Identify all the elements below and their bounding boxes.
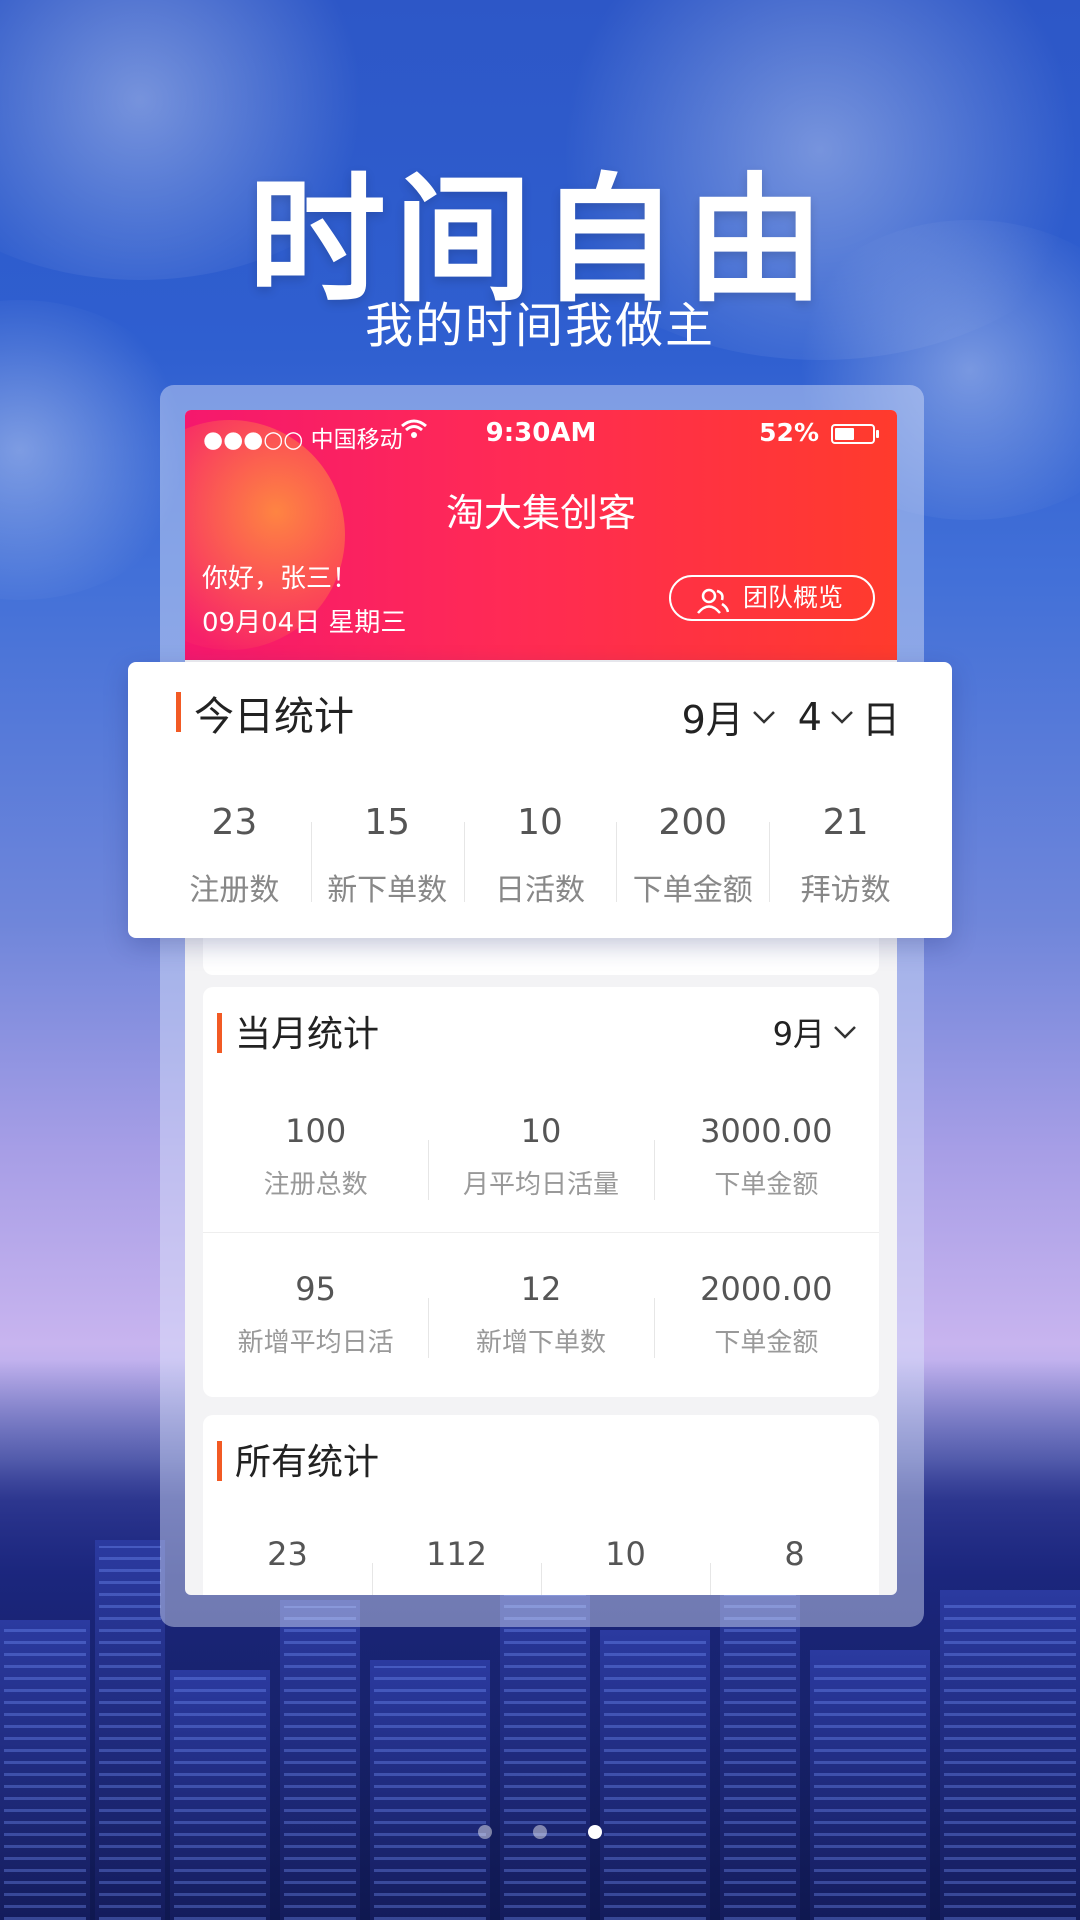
building (0, 1620, 90, 1920)
page-dot[interactable] (533, 1825, 547, 1839)
stat-label: 日活数 (494, 873, 585, 908)
hero-subtitle: 我的时间我做主 (364, 298, 715, 354)
stat-label: 新下单数 (327, 873, 448, 908)
stat-new-avg-dau: 95 新增平均日活 (203, 1270, 428, 1359)
month-stats-row: 95 新增平均日活 12 新增下单数 2000.00 下单金额 (203, 1270, 879, 1359)
stat-daily-active: 10 日活数 (463, 802, 617, 909)
all-stats-title: 所有统计 (217, 1433, 379, 1485)
chevron-down-icon (831, 710, 853, 724)
stat-order-amount: 200 下单金额 (616, 802, 769, 909)
team-overview-button[interactable]: 团队概览 (669, 575, 875, 621)
today-stats-title-text: 今日统计 (194, 694, 354, 740)
building (370, 1660, 490, 1920)
stat-label: 月平均日活量 (462, 1170, 619, 1200)
all-stat: 10 (541, 1535, 710, 1595)
stat-value: 8 (784, 1535, 805, 1573)
all-stat: 112 (372, 1535, 541, 1595)
stat-order-amount: 3000.00 下单金额 (653, 1112, 879, 1201)
phone-screen: ●●●○○ 中国移动 9:30AM 52% 淘大集创客 你好，张三！ 09月04… (185, 410, 897, 1595)
building (500, 1580, 590, 1920)
stat-new-orders: 15 新下单数 (310, 802, 464, 909)
stat-order-amount: 2000.00 下单金额 (653, 1270, 879, 1359)
month-stats-card: 当月统计 9月 100 注册总数 10 月平均日活量 3000.00 下单金额 95 新… (203, 987, 879, 1397)
month-select[interactable]: 9月 (773, 1009, 859, 1055)
building (940, 1590, 1080, 1920)
stat-registrations: 23 注册数 (158, 802, 311, 909)
stat-value: 15 (364, 802, 411, 843)
all-stat: 23 (203, 1535, 372, 1573)
today-stats-card: 今日统计 9月 4 日 23 注册数 15 新下单数 10 日活数 200 下单金额 2… (128, 662, 952, 938)
all-stat: 8 (710, 1535, 879, 1595)
current-date: 09月04日 星期三 (202, 608, 407, 638)
today-day-select[interactable]: 4 日 (798, 689, 900, 744)
team-icon (695, 585, 730, 614)
stat-label: 拜访数 (800, 873, 891, 908)
chevron-down-icon (752, 710, 775, 724)
stat-value: 112 (425, 1535, 488, 1573)
page-dot[interactable] (477, 1825, 492, 1839)
stat-value: 95 (295, 1270, 337, 1308)
building (170, 1670, 270, 1920)
stat-value: 21 (822, 802, 869, 843)
stat-label: 新增下单数 (475, 1328, 606, 1358)
stat-value: 23 (211, 802, 258, 843)
team-overview-label: 团队概览 (743, 583, 844, 612)
month-stats-row: 100 注册总数 10 月平均日活量 3000.00 下单金额 (203, 1112, 879, 1201)
month-select-label: 9月 (772, 1015, 825, 1053)
building (280, 1600, 360, 1920)
battery-fill (835, 428, 854, 440)
today-stats-title: 今日统计 (176, 684, 354, 742)
month-stats-title: 当月统计 (217, 1005, 379, 1057)
stat-label: 下单金额 (714, 1170, 819, 1200)
stat-value: 2000.00 (700, 1270, 833, 1308)
stat-value: 10 (517, 802, 563, 843)
stat-new-orders: 12 新增下单数 (428, 1270, 653, 1359)
page-dot-active[interactable] (588, 1825, 603, 1839)
stat-value: 23 (267, 1535, 308, 1573)
greeting-text: 你好，张三！ (202, 564, 359, 594)
all-stats-title-text: 所有统计 (235, 1442, 380, 1483)
stat-value: 3000.00 (700, 1112, 833, 1150)
stat-monthly-avg-dau: 10 月平均日活量 (428, 1112, 653, 1201)
app-title: 淘大集创客 (445, 491, 636, 535)
battery-percent: 52% (759, 418, 819, 447)
page-indicator (0, 1824, 1080, 1843)
building (95, 1540, 165, 1920)
month-stats-title-text: 当月统计 (235, 1014, 380, 1055)
date-select: 9月 4 日 (682, 689, 900, 744)
stat-value: 12 (520, 1270, 562, 1308)
stat-label: 注册总数 (263, 1170, 368, 1200)
today-month-select[interactable]: 9月 (682, 689, 778, 744)
stat-label: 新增平均日活 (237, 1328, 394, 1358)
stat-value: 100 (285, 1112, 347, 1150)
stat-registrations-total: 100 注册总数 (203, 1112, 428, 1201)
card-edge (203, 935, 879, 975)
building (600, 1630, 710, 1920)
stat-label: 注册数 (189, 873, 280, 908)
stat-value: 10 (605, 1535, 646, 1573)
stat-value: 200 (658, 802, 728, 843)
all-stats-card: 所有统计 23 112 10 8 (203, 1415, 879, 1595)
onboarding-page: 时间自由 我的时间我做主 ●●●○○ 中国移动 9:30AM 52% 淘大集创客 (0, 0, 1080, 1920)
all-stats-row: 23 112 10 8 (203, 1535, 879, 1595)
stat-label: 下单金额 (632, 873, 753, 908)
status-bar: ●●●○○ 中国移动 9:30AM 52% (185, 410, 897, 458)
today-stats-row: 23 注册数 15 新下单数 10 日活数 200 下单金额 21 拜访数 (158, 802, 922, 909)
stat-value: 10 (520, 1112, 562, 1150)
today-day-suffix: 日 (861, 698, 900, 742)
today-month-label: 9月 (681, 698, 744, 742)
battery-icon (831, 424, 879, 444)
stat-label: 下单金额 (714, 1328, 819, 1358)
today-day-label: 4 (797, 694, 822, 739)
building (810, 1650, 930, 1920)
chevron-down-icon (834, 1026, 856, 1039)
row-divider (203, 1232, 879, 1233)
stat-visits: 21 拜访数 (769, 802, 922, 909)
app-header: ●●●○○ 中国移动 9:30AM 52% 淘大集创客 你好，张三！ 09月04… (185, 410, 897, 660)
